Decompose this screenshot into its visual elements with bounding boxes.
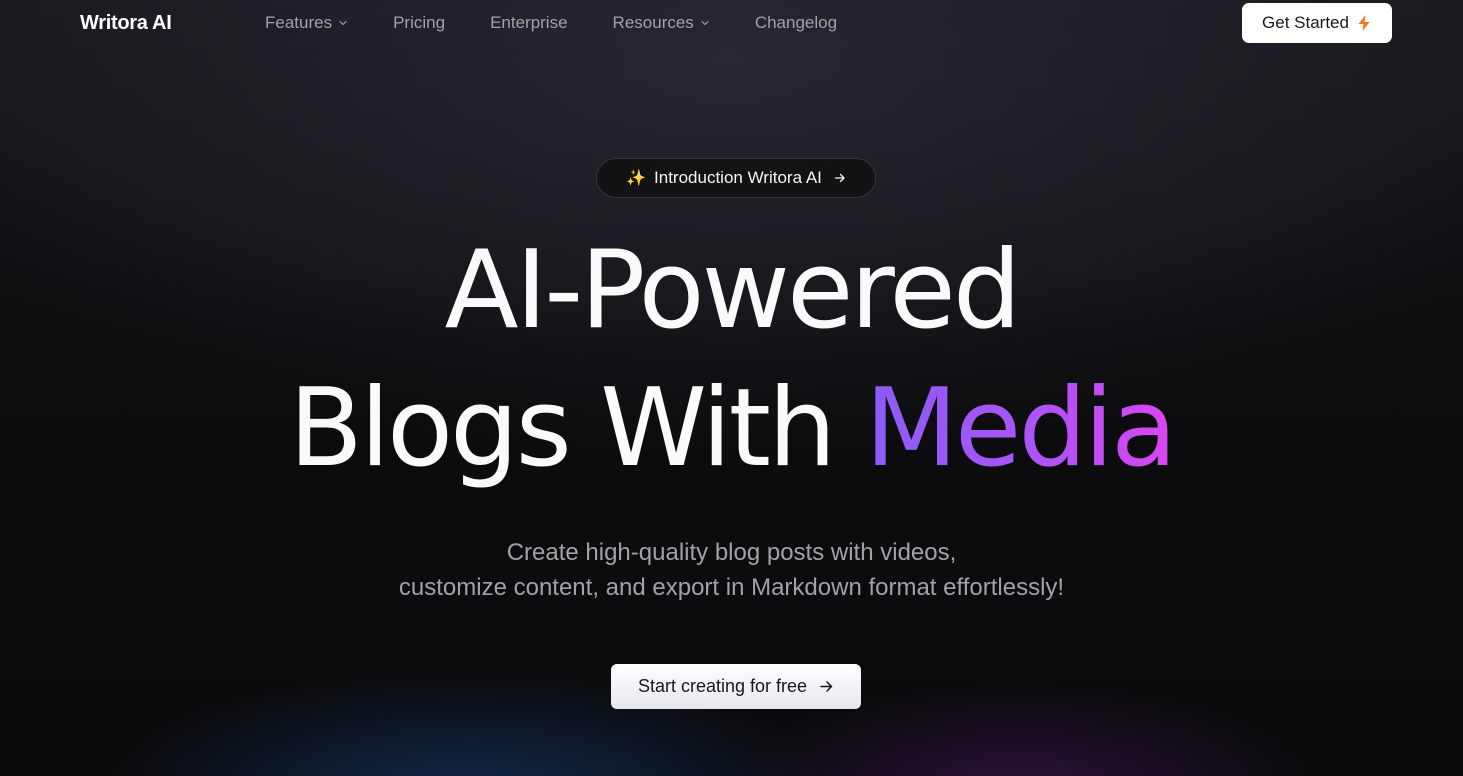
nav-item-resources[interactable]: Resources [613, 11, 710, 35]
nav-item-label: Enterprise [490, 13, 568, 32]
headline-line-2: Blogs With Media [0, 360, 1463, 498]
intro-announcement-pill[interactable]: ✨ Introduction Writora AI [596, 158, 876, 198]
nav-item-pricing[interactable]: Pricing [393, 11, 445, 35]
subtitle-line-2: customize content, and export in Markdow… [398, 574, 1065, 601]
arrow-right-icon [834, 172, 846, 184]
intro-pill-label: Introduction Writora AI [654, 168, 822, 187]
top-navigation: Writora AI Features Pricing Enterprise R… [0, 0, 1463, 46]
nav-item-enterprise[interactable]: Enterprise [490, 11, 567, 35]
brand-logo[interactable]: Writora AI [80, 10, 172, 36]
nav-item-label: Features [265, 13, 333, 32]
arrow-right-icon [819, 679, 834, 694]
chevron-down-icon [338, 18, 348, 28]
get-started-label: Get Started [1262, 13, 1349, 32]
headline-line-2-prefix: Blogs With [288, 366, 837, 491]
hero-subtitle: Create high-quality blog posts with vide… [0, 535, 1463, 605]
headline-accent-word: Media [864, 366, 1177, 491]
lightning-bolt-icon [1356, 14, 1372, 32]
start-creating-button[interactable]: Start creating for free [611, 664, 861, 709]
nav-item-changelog[interactable]: Changelog [755, 11, 837, 35]
nav-item-label: Pricing [393, 13, 446, 32]
nav-links: Features Pricing Enterprise Resources Ch… [265, 11, 882, 35]
sparkles-icon: ✨ [626, 170, 647, 187]
start-creating-label: Start creating for free [637, 676, 808, 696]
chevron-down-icon [700, 18, 710, 28]
get-started-button[interactable]: Get Started [1242, 3, 1392, 43]
nav-item-label: Resources [612, 13, 694, 32]
hero-headline: AI-Powered Blogs With Media [0, 222, 1463, 498]
nav-item-label: Changelog [754, 13, 838, 32]
headline-line-1: AI-Powered [444, 228, 1022, 353]
nav-item-features[interactable]: Features [265, 11, 348, 35]
subtitle-line-1: Create high-quality blog posts with vide… [506, 539, 957, 566]
